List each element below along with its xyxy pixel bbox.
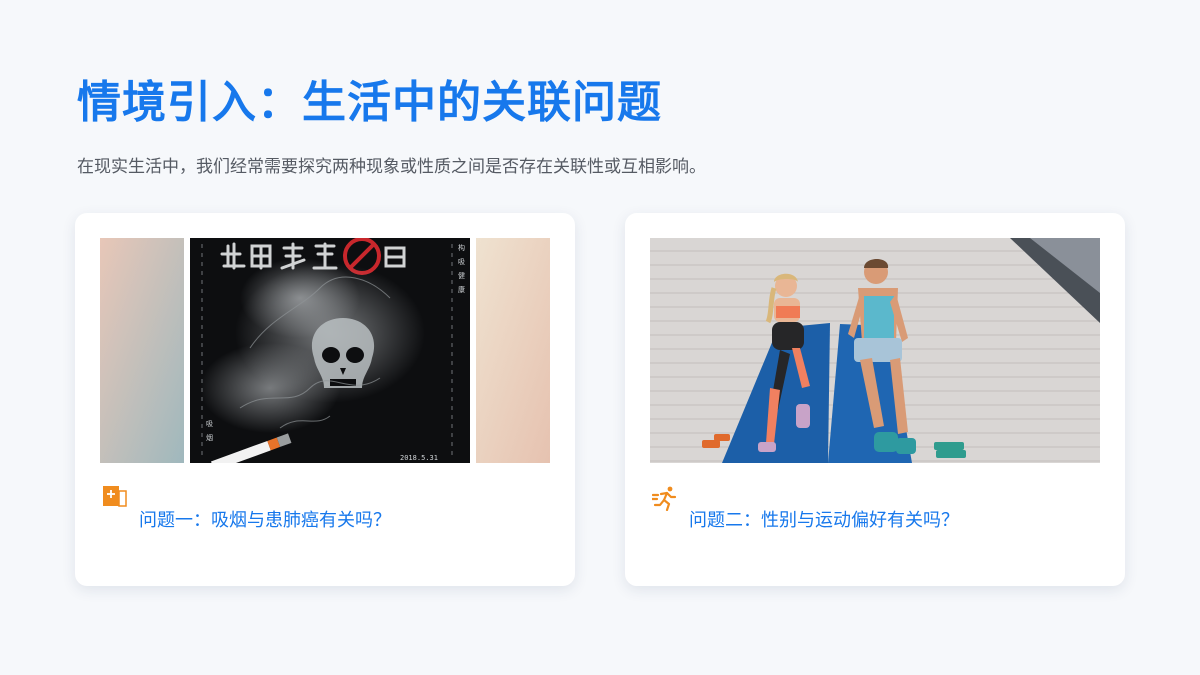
question-card-smoking: 构 吸 健 康 吸 烟 2018.5.31 问题一：吸烟与患肺癌有关吗？ xyxy=(75,213,575,586)
slide-title: 情境引入：生活中的关联问题 xyxy=(77,77,662,128)
poster-side-text-4: 康 xyxy=(458,285,465,294)
anti-smoking-poster-image: 构 吸 健 康 吸 烟 2018.5.31 xyxy=(100,238,550,463)
poster-bottom-side-text-2: 烟 xyxy=(206,433,213,442)
poster-side-text-3: 健 xyxy=(458,271,465,280)
document-plus-icon xyxy=(102,485,128,511)
slide-subtitle: 在现实生活中，我们经常需要探究两种现象或性质之间是否存在关联性或互相影响。 xyxy=(77,157,706,177)
couple-exercise-photo xyxy=(650,238,1100,463)
poster-side-text-2: 吸 xyxy=(458,258,465,266)
poster-bottom-side-text-1: 吸 xyxy=(206,420,213,428)
question-two: 问题二：性别与运动偏好有关吗？ xyxy=(689,510,959,531)
poster-side-text-1: 构 xyxy=(458,243,465,252)
question-card-exercise: 问题二：性别与运动偏好有关吗？ xyxy=(625,213,1125,586)
question-one: 问题一：吸烟与患肺癌有关吗？ xyxy=(139,510,391,531)
running-person-icon xyxy=(650,485,678,512)
poster-date: 2018.5.31 xyxy=(400,454,438,462)
